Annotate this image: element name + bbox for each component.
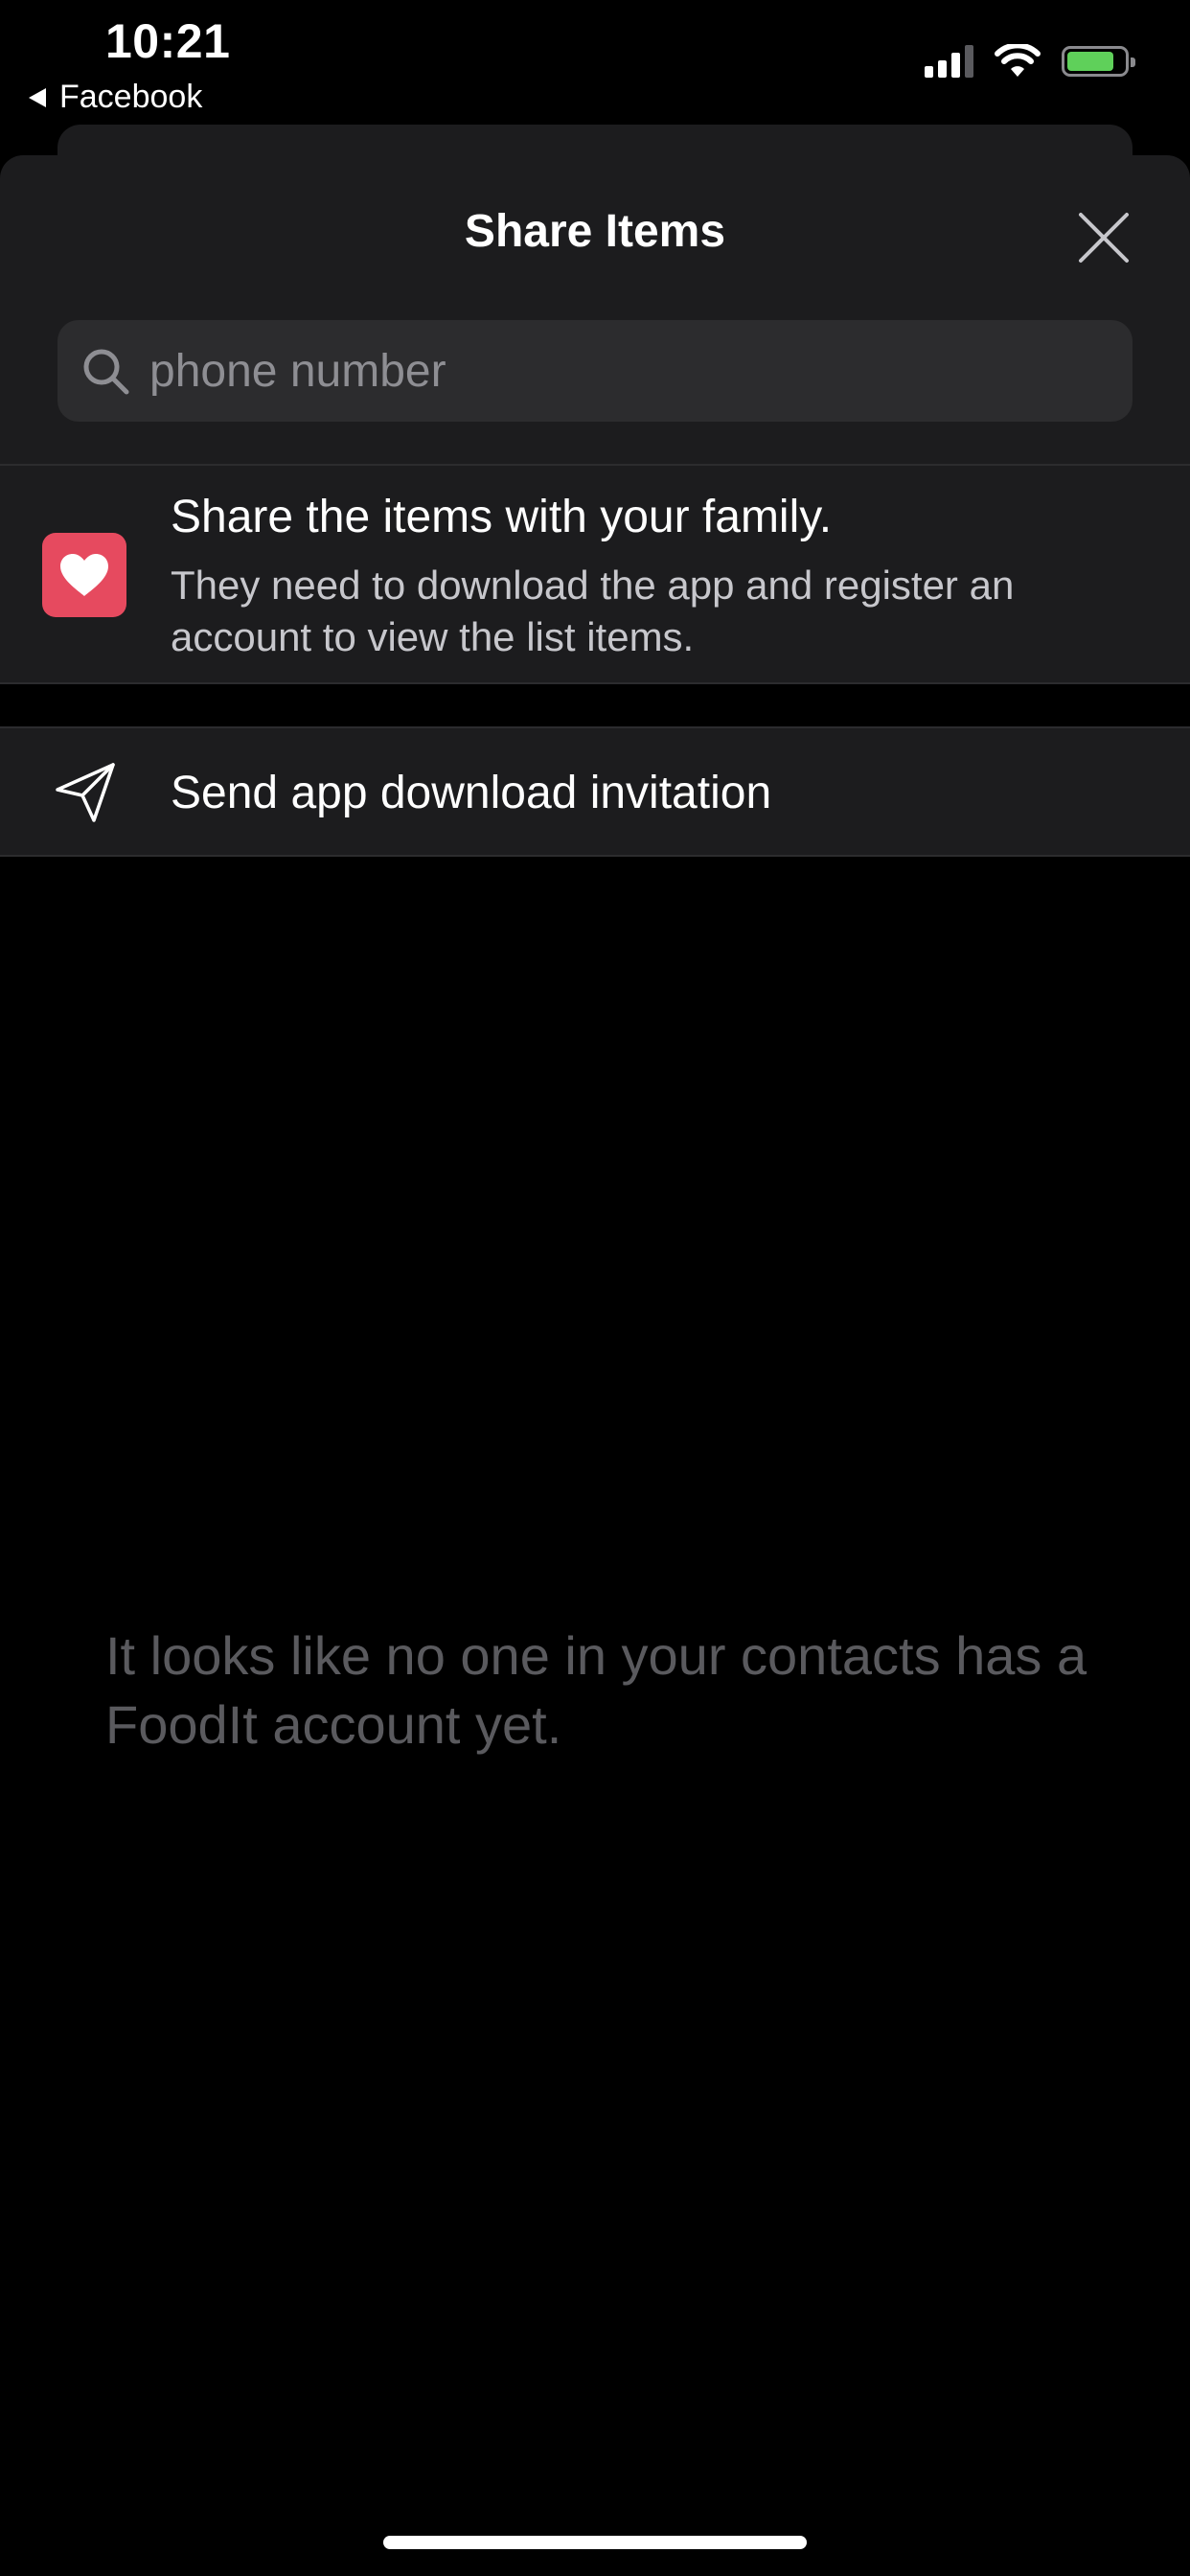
home-indicator[interactable] — [383, 2536, 807, 2549]
paper-plane-icon — [56, 763, 115, 822]
back-to-app-label: Facebook — [59, 79, 203, 115]
send-invitation-button[interactable]: Send app download invitation — [0, 726, 1190, 857]
back-to-app-link[interactable]: Facebook — [29, 79, 202, 116]
empty-contacts-message: It looks like no one in your contacts ha… — [105, 1625, 1087, 1755]
close-button[interactable] — [1075, 209, 1133, 266]
battery-icon — [1062, 46, 1135, 77]
heart-icon — [60, 554, 108, 596]
share-info-row: Share the items with your family. They n… — [0, 466, 1190, 684]
heart-badge — [42, 533, 126, 617]
share-info-description: They need to download the app and regist… — [171, 563, 1015, 659]
share-info-title: Share the items with your family. — [171, 492, 833, 542]
search-field[interactable] — [57, 320, 1133, 422]
search-icon — [83, 349, 129, 395]
share-sheet: Share Items Share the i — [0, 155, 1190, 2576]
sheet-title: Share Items — [464, 206, 726, 257]
cellular-signal-icon — [925, 45, 973, 78]
phone-number-input[interactable] — [148, 343, 1133, 399]
send-invitation-label: Send app download invitation — [171, 768, 772, 818]
status-icons — [925, 44, 1135, 79]
screen: 10:21 Facebook Share Items phone number … — [0, 0, 1190, 2576]
back-arrow-icon — [29, 87, 46, 107]
close-icon — [1079, 213, 1129, 263]
wifi-icon — [995, 44, 1041, 77]
sheet-header: Share Items — [0, 155, 1190, 466]
section-spacer — [0, 684, 1190, 726]
status-time: 10:21 — [105, 14, 231, 68]
